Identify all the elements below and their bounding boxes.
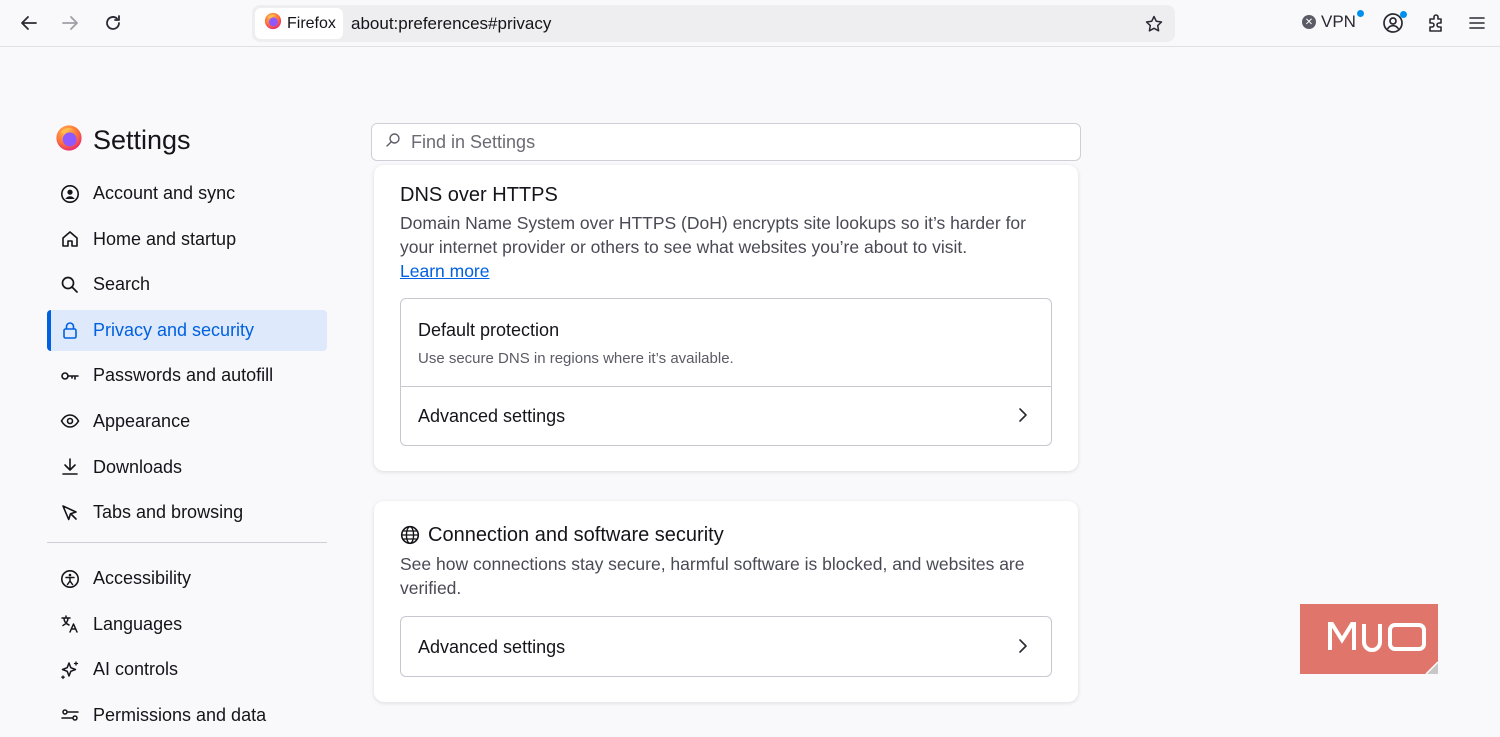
accessibility-icon [60, 569, 80, 589]
eye-icon [60, 411, 80, 431]
sidebar-item-label: Downloads [93, 456, 183, 477]
firefox-logo-icon [55, 124, 83, 157]
vpn-off-icon: ✕ [1302, 15, 1316, 29]
firefox-logo-icon [264, 12, 282, 35]
reload-icon[interactable] [98, 8, 128, 38]
sidebar-item-label: Languages [93, 613, 183, 634]
learn-more-link[interactable]: Learn more [400, 261, 490, 281]
url-text[interactable]: about:preferences#privacy [351, 14, 551, 34]
sidebar-item-accessibility[interactable]: Accessibility [47, 558, 327, 599]
extensions-icon[interactable] [1421, 8, 1451, 38]
muo-watermark-logo [1300, 604, 1439, 675]
section-description: See how connections stay secure, harmful… [400, 554, 1025, 598]
page-title: Settings [93, 125, 191, 155]
search-icon [60, 275, 80, 295]
search-input[interactable] [411, 131, 1031, 153]
identity-label: Firefox [287, 14, 336, 32]
connection-security-section: Connection and software security See how… [374, 501, 1078, 702]
account-icon [60, 184, 80, 204]
sidebar-item-permissions-and-data[interactable]: Permissions and data [47, 695, 327, 736]
sparkle-icon [60, 660, 80, 680]
sidebar-item-label: AI controls [93, 659, 179, 680]
home-icon [60, 229, 80, 249]
dns-over-https-section: DNS over HTTPS Domain Name System over H… [374, 165, 1078, 471]
section-description: Domain Name System over HTTPS (DoH) encr… [400, 211, 1050, 283]
sidebar-item-appearance[interactable]: Appearance [47, 401, 327, 442]
vpn-button[interactable]: ✕ VPN [1302, 10, 1364, 32]
account-notification-dot [1400, 11, 1407, 18]
sidebar-item-label: Privacy and security [93, 319, 255, 340]
menu-icon[interactable] [1462, 8, 1492, 38]
settings-search[interactable] [371, 123, 1081, 161]
sidebar-item-label: Passwords and autofill [93, 365, 274, 386]
vpn-notification-dot [1357, 10, 1364, 17]
sidebar-nav: Account and sync Home and startup Search… [47, 173, 327, 737]
sidebar-item-search[interactable]: Search [47, 264, 327, 305]
sidebar-item-languages[interactable]: Languages [47, 604, 327, 645]
section-title: Connection and software security [428, 524, 724, 546]
bookmark-star-icon[interactable] [1139, 9, 1169, 39]
download-icon [60, 457, 80, 477]
sidebar-item-label: Search [93, 274, 151, 295]
dns-options-box: Default protection Use secure DNS in reg… [400, 298, 1052, 446]
sidebar-item-privacy-and-security[interactable]: Privacy and security [47, 309, 327, 351]
identity-box[interactable]: Firefox [255, 8, 343, 39]
globe-icon [400, 525, 420, 550]
row-label: Advanced settings [418, 406, 566, 426]
lock-icon [60, 320, 80, 340]
key-icon [60, 366, 80, 386]
sidebar-item-label: Permissions and data [93, 704, 267, 725]
sidebar-item-account-and-sync[interactable]: Account and sync [47, 173, 327, 214]
sidebar-item-label: Account and sync [93, 183, 236, 203]
sidebar-item-label: Tabs and browsing [93, 502, 244, 523]
row-label: Advanced settings [418, 637, 566, 657]
sidebar-divider [47, 542, 327, 544]
back-icon[interactable] [14, 8, 44, 38]
translate-icon [60, 614, 80, 634]
chevron-right-icon [1015, 407, 1031, 423]
forward-icon[interactable] [55, 8, 85, 38]
default-protection-option[interactable]: Default protection Use secure DNS in reg… [401, 299, 1051, 386]
account-icon[interactable] [1378, 8, 1408, 38]
section-title: DNS over HTTPS [400, 184, 558, 206]
search-icon [385, 132, 401, 153]
sidebar-item-label: Home and startup [93, 228, 237, 249]
sidebar-item-label: Appearance [93, 410, 191, 431]
connection-advanced-settings-row[interactable]: Advanced settings [400, 616, 1052, 677]
option-title: Default protection [418, 320, 560, 340]
settings-brand: Settings [55, 124, 191, 157]
dns-advanced-settings-row[interactable]: Advanced settings [401, 387, 1051, 445]
browser-toolbar: Firefox about:preferences#privacy ✕ VPN [0, 0, 1500, 47]
cursor-icon [60, 503, 80, 523]
url-bar[interactable]: Firefox about:preferences#privacy [252, 5, 1175, 42]
sidebar-item-passwords-and-autofill[interactable]: Passwords and autofill [47, 355, 327, 396]
sidebar-item-home-and-startup[interactable]: Home and startup [47, 219, 327, 260]
description-text: Domain Name System over HTTPS (DoH) encr… [400, 213, 1026, 257]
option-subtitle: Use secure DNS in regions where it’s ava… [418, 350, 734, 367]
sidebar-item-tabs-and-browsing[interactable]: Tabs and browsing [47, 492, 327, 533]
sliders-icon [60, 705, 80, 725]
chevron-right-icon [1015, 638, 1031, 654]
sidebar-item-label: Accessibility [93, 568, 192, 589]
vpn-label: VPN [1321, 12, 1356, 31]
sidebar-item-ai-controls[interactable]: AI controls [47, 649, 327, 690]
sidebar-item-downloads[interactable]: Downloads [47, 447, 327, 488]
